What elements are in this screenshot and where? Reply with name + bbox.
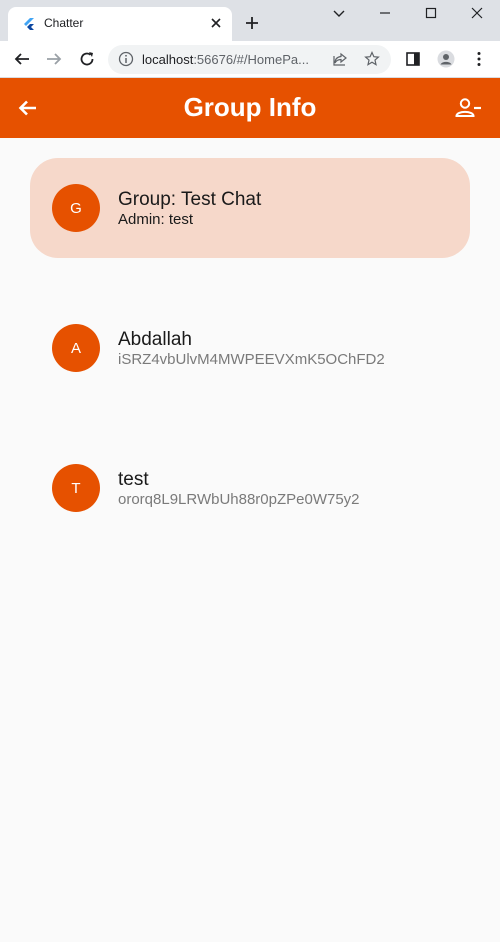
member-list-item[interactable]: T test ororq8L9LRWbUh88r0pZPe0W75y2 (30, 438, 470, 538)
group-admin: Admin: test (118, 211, 194, 228)
group-avatar: G (52, 184, 100, 232)
maximize-icon[interactable] (422, 5, 440, 21)
member-avatar: T (52, 464, 100, 512)
forward-icon[interactable] (45, 50, 63, 68)
site-info-icon[interactable] (118, 51, 134, 67)
remove-member-icon[interactable] (454, 96, 482, 120)
address-bar[interactable]: localhost:56676/#/HomePa... (108, 45, 391, 74)
tab-title: Chatter (44, 16, 84, 30)
app-bar: Group Info (0, 78, 500, 138)
member-name: Abdallah (118, 329, 192, 350)
member-uid: ororq8L9LRWbUh88r0pZPe0W75y2 (118, 491, 360, 508)
member-name: test (118, 469, 149, 490)
minimize-icon[interactable] (376, 5, 394, 21)
more-menu-icon[interactable] (470, 50, 488, 68)
browser-tabstrip: Chatter (0, 0, 500, 41)
flutter-icon (24, 18, 34, 30)
close-tab-icon[interactable] (208, 15, 224, 31)
group-title: Group: Test Chat (118, 189, 262, 210)
group-info-card: G Group: Test Chat Admin: test (30, 158, 470, 258)
new-tab-icon[interactable] (244, 15, 260, 31)
member-uid: iSRZ4vbUlvM4MWPEEVXmK5OChFD2 (118, 351, 385, 368)
member-list-item[interactable]: A Abdallah iSRZ4vbUlvM4MWPEEVXmK5OChFD2 (30, 298, 470, 398)
side-panel-icon[interactable] (404, 50, 422, 68)
profile-avatar-icon[interactable] (437, 50, 455, 68)
member-avatar: A (52, 324, 100, 372)
page-title: Group Info (183, 92, 317, 122)
tab-search-icon[interactable] (330, 5, 348, 21)
browser-tab[interactable]: Chatter (8, 7, 232, 41)
url-text: localhost:56676/#/HomePa... (142, 52, 309, 67)
browser-toolbar: localhost:56676/#/HomePa... (0, 41, 500, 78)
url-host: localhost (142, 52, 194, 67)
close-window-icon[interactable] (468, 5, 486, 21)
share-icon[interactable] (332, 51, 348, 67)
url-path: :56676/#/HomePa... (193, 52, 309, 67)
bookmark-star-icon[interactable] (364, 51, 380, 67)
reload-icon[interactable] (78, 50, 96, 68)
back-icon[interactable] (13, 50, 31, 68)
